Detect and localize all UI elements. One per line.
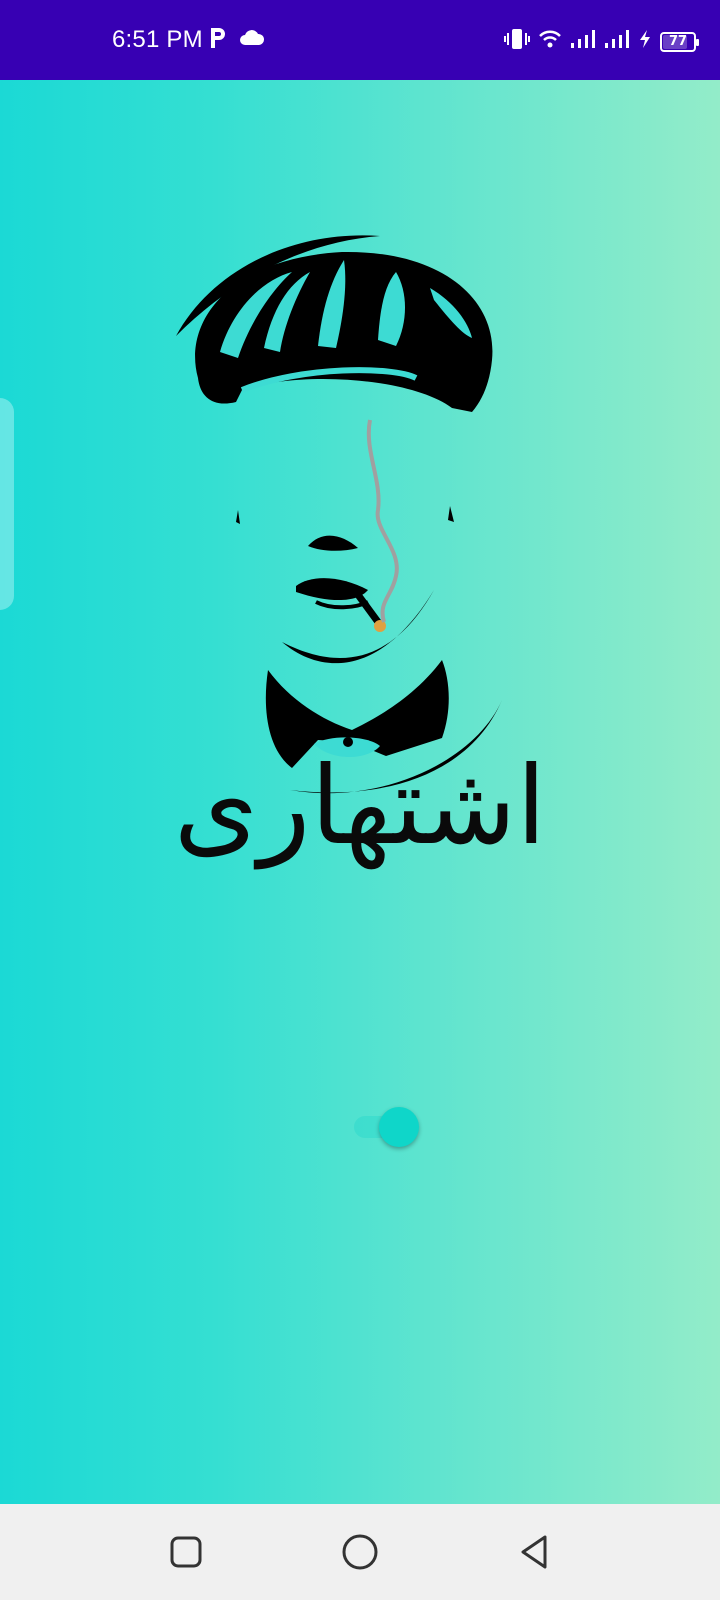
signal-2-icon bbox=[604, 29, 630, 54]
loading-toggle[interactable] bbox=[354, 1107, 420, 1147]
status-right-icons: 77 bbox=[504, 27, 699, 56]
battery-icon: 77 bbox=[660, 31, 699, 52]
toggle-thumb bbox=[379, 1107, 419, 1147]
splash-screen: اشتهاری bbox=[0, 80, 720, 1504]
back-icon bbox=[521, 1535, 547, 1569]
status-bar: 6:51 PM 77 bbox=[0, 0, 720, 80]
navigation-bar bbox=[0, 1504, 720, 1600]
status-time: 6:51 PM bbox=[112, 26, 203, 53]
cloud-icon bbox=[238, 28, 266, 53]
signal-1-icon bbox=[570, 29, 596, 54]
app-logo bbox=[172, 230, 532, 810]
status-left-icons bbox=[208, 26, 266, 55]
battery-level: 77 bbox=[668, 34, 688, 49]
home-button[interactable] bbox=[340, 1532, 380, 1572]
app-title: اشتهاری bbox=[173, 744, 547, 869]
recents-button[interactable] bbox=[166, 1532, 206, 1572]
edge-panel-handle[interactable] bbox=[0, 398, 14, 610]
wifi-icon bbox=[538, 29, 562, 54]
p-app-icon bbox=[208, 26, 228, 55]
charging-icon bbox=[638, 29, 652, 54]
vibrate-icon bbox=[504, 27, 530, 56]
recents-icon bbox=[170, 1536, 202, 1568]
back-button[interactable] bbox=[514, 1532, 554, 1572]
home-icon bbox=[342, 1534, 378, 1570]
